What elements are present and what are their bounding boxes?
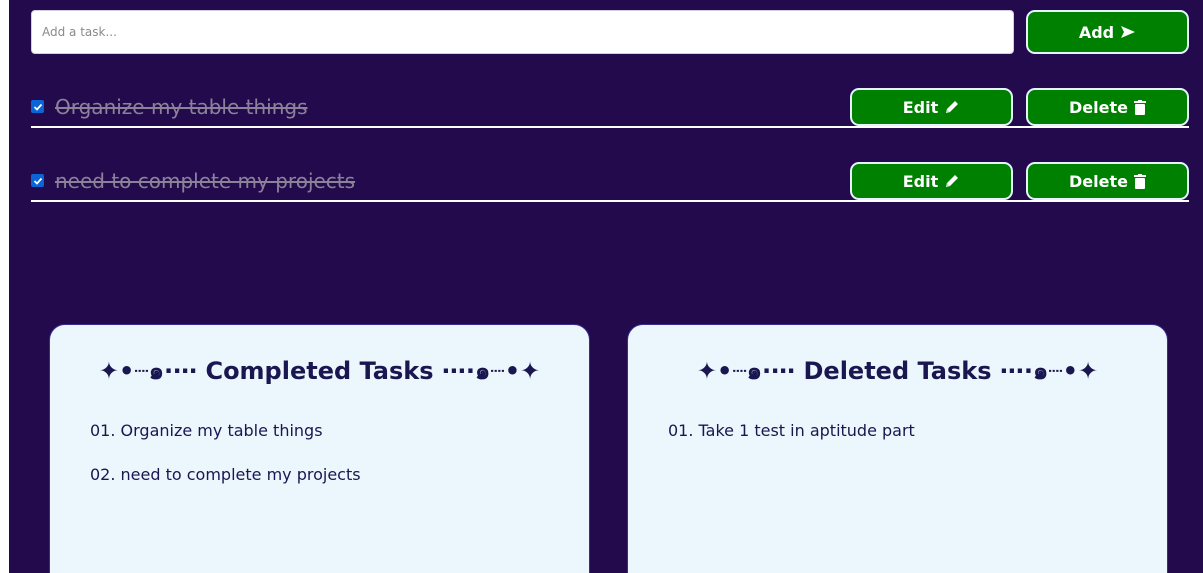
list-item: 01. Take 1 test in aptitude part [668,421,915,440]
task-text: Organize my table things [55,95,308,119]
edit-button-label: Edit [902,97,939,117]
edit-button[interactable]: Edit [850,88,1013,126]
task-checkbox[interactable] [31,100,44,113]
list-item: 01. Organize my table things [90,421,323,440]
pencil-icon [944,99,960,115]
delete-button[interactable]: Delete [1026,88,1189,126]
todo-app: Add Organize my table things Edit Delete [9,0,1203,573]
delete-button-label: Delete [1069,171,1128,191]
edit-button[interactable]: Edit [850,162,1013,200]
add-button[interactable]: Add [1026,10,1189,54]
send-arrow-icon [1120,25,1136,39]
pencil-icon [944,173,960,189]
trash-icon [1133,99,1146,115]
add-task-row: Add [31,10,1189,54]
deleted-tasks-title: ✦•┈๑⋅⋯ Deleted Tasks ⋯⋅๑┈•✦ [696,357,1099,385]
deleted-tasks-card: ✦•┈๑⋅⋯ Deleted Tasks ⋯⋅๑┈•✦ 01. Take 1 t… [627,324,1168,573]
trash-icon [1133,173,1146,189]
delete-button[interactable]: Delete [1026,162,1189,200]
task-text: need to complete my projects [55,169,356,193]
deleted-tasks-list: 01. Take 1 test in aptitude part [668,421,915,465]
task-input[interactable] [31,10,1014,54]
task-divider [31,200,1189,202]
completed-tasks-list: 01. Organize my table things 02. need to… [90,421,361,509]
completed-tasks-card: ✦•┈๑⋅⋯ Completed Tasks ⋯⋅๑┈•✦ 01. Organi… [49,324,590,573]
delete-button-label: Delete [1069,97,1128,117]
task-row: Organize my table things Edit Delete [31,88,1189,128]
list-item: 02. need to complete my projects [90,465,361,484]
add-button-label: Add [1078,22,1115,42]
task-checkbox[interactable] [31,174,44,187]
edit-button-label: Edit [902,171,939,191]
task-divider [31,126,1189,128]
task-row: need to complete my projects Edit Delete [31,162,1189,202]
completed-tasks-title: ✦•┈๑⋅⋯ Completed Tasks ⋯⋅๑┈•✦ [98,357,541,385]
